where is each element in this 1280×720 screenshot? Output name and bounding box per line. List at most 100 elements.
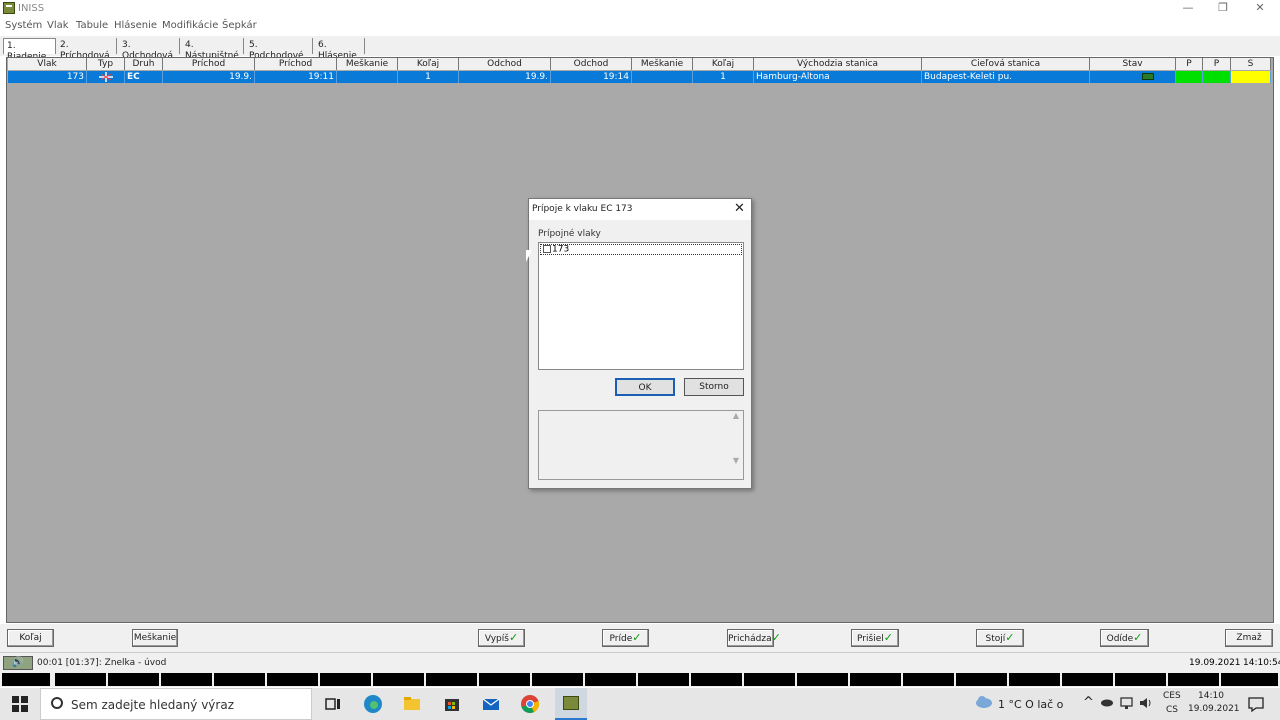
stoji-button[interactable]: Stojí✓ [976, 629, 1024, 647]
language-code[interactable]: CES [1163, 691, 1181, 701]
cell-meskanie-prichod [337, 71, 398, 83]
taskbar-search[interactable]: Sem zadejte hledaný výraz [40, 688, 312, 720]
menu-system[interactable]: Systém [5, 20, 42, 31]
clock-date: 19.09.2021 [1188, 704, 1240, 714]
tab-podchodove[interactable]: 5. Podchodové [246, 38, 313, 61]
connections-list[interactable]: 173 [538, 242, 744, 370]
cell-odchod-date: 19.9. [459, 71, 551, 83]
volume-icon[interactable] [1139, 696, 1153, 713]
minimize-button[interactable]: — [1170, 0, 1206, 18]
tab-prichodova[interactable]: 2. Príchodová [57, 38, 117, 61]
list-item-label: 173 [552, 244, 570, 255]
status-date: 19.09.2021 [1189, 658, 1241, 668]
windows-taskbar: Sem zadejte hledaný výraz 1 °C O lač o ^… [0, 688, 1280, 720]
meskanie-button[interactable]: Meškanie [132, 629, 178, 647]
prichadza-label: Prichádza [728, 634, 772, 644]
cell-s [1231, 71, 1271, 83]
col-meskanie-prichod[interactable]: Meškanie [337, 58, 398, 70]
cell-odchod-time: 19:14 [551, 71, 632, 83]
mail-icon[interactable] [479, 692, 503, 716]
col-odchod-time[interactable]: Odchod [551, 58, 632, 70]
cell-vychodzia: Hamburg-Altona [754, 71, 922, 83]
pride-button[interactable]: Príde✓ [602, 629, 649, 647]
board-segment [267, 673, 318, 686]
col-prichod-time[interactable]: Príchod [255, 58, 337, 70]
cell-p1 [1176, 71, 1203, 83]
col-stav[interactable]: Stav [1090, 58, 1176, 70]
cell-kolaj-odchod: 1 [693, 71, 754, 83]
cell-vlak: 173 [8, 71, 87, 83]
menu-vlak[interactable]: Vlak [47, 20, 69, 31]
checkbox-icon[interactable] [543, 245, 551, 253]
check-icon: ✓ [632, 631, 642, 644]
app-icon [3, 2, 15, 14]
departure-board-strip [0, 672, 1280, 687]
cell-prichod-date: 19.9. [163, 71, 255, 83]
col-kolaj-prichod[interactable]: Koľaj [398, 58, 459, 70]
tab-nastupistne[interactable]: 4. Nástupištné [182, 38, 244, 61]
tab-hlasenie[interactable]: 6. Hlásenie [315, 38, 365, 61]
task-view-icon[interactable] [321, 692, 345, 716]
info-memo[interactable]: ▲ ▼ [538, 410, 744, 480]
col-cielova[interactable]: Cieľová stanica [922, 58, 1090, 70]
board-segment [638, 673, 689, 686]
pride-label: Príde [609, 634, 633, 644]
menu-modifikacie[interactable]: Modifikácie [162, 20, 218, 31]
col-prichod-date[interactable]: Príchod [163, 58, 255, 70]
col-p2[interactable]: P [1203, 58, 1231, 70]
kolaj-button[interactable]: Koľaj [7, 629, 54, 647]
memo-scrollbar[interactable]: ▲ ▼ [729, 411, 743, 479]
start-button[interactable] [0, 688, 40, 720]
col-typ[interactable]: Typ [87, 58, 125, 70]
chevron-up-icon[interactable]: ^ [1083, 695, 1094, 710]
grid-header: Vlak Typ Druh Príchod Príchod Meškanie K… [8, 58, 1271, 70]
board-segment [161, 673, 212, 686]
check-icon: ✓ [1133, 631, 1143, 644]
menu-sepkar[interactable]: Šepkár [222, 20, 257, 31]
speaker-icon[interactable]: 🔊 [3, 656, 33, 670]
check-icon: ✓ [771, 631, 781, 644]
tab-odchodova[interactable]: 3. Odchodová [119, 38, 180, 61]
table-row[interactable]: 173 EC 19.9. 19:11 1 19.9. 19:14 1 Hambu… [8, 71, 1271, 83]
list-item[interactable]: 173 [540, 244, 742, 255]
connections-label: Prípojné vlaky [538, 229, 601, 239]
col-meskanie-odchod[interactable]: Meškanie [632, 58, 693, 70]
onedrive-icon[interactable] [1100, 697, 1114, 710]
col-vychodzia[interactable]: Východzia stanica [754, 58, 922, 70]
board-segment [585, 673, 636, 686]
col-vlak[interactable]: Vlak [8, 58, 87, 70]
zmaz-button[interactable]: Zmaž [1225, 629, 1273, 647]
iniss-taskbar-icon[interactable] [555, 688, 587, 720]
restore-button[interactable]: ❐ [1205, 0, 1241, 18]
tab-riadenie[interactable]: 1. Riadenie [3, 38, 56, 62]
iniss-app-icon [563, 696, 579, 710]
ok-button[interactable]: OK [615, 378, 675, 396]
board-segment [1115, 673, 1166, 686]
menu-tabule[interactable]: Tabule [76, 20, 108, 31]
file-explorer-icon[interactable] [400, 692, 424, 716]
cancel-button[interactable]: Storno [684, 378, 744, 396]
keyboard-layout[interactable]: CS [1166, 705, 1178, 715]
menu-hlasenie[interactable]: Hlásenie [114, 20, 157, 31]
prisiel-button[interactable]: Prišiel✓ [851, 629, 899, 647]
prichadza-button[interactable]: Prichádza✓ [727, 629, 781, 647]
col-kolaj-odchod[interactable]: Koľaj [693, 58, 754, 70]
col-odchod-date[interactable]: Odchod [459, 58, 551, 70]
dialog-close-icon[interactable]: ✕ [734, 201, 745, 216]
chrome-icon[interactable] [518, 692, 542, 716]
col-p1[interactable]: P [1176, 58, 1203, 70]
close-button[interactable]: ✕ [1242, 0, 1278, 18]
col-druh[interactable]: Druh [125, 58, 163, 70]
network-icon[interactable] [1120, 696, 1134, 713]
weather-icon[interactable] [975, 694, 993, 711]
window-title: INISS [18, 3, 45, 14]
taskbar-clock[interactable]: 14:10 19.09.2021 [1188, 690, 1240, 716]
odide-label: Odíde [1106, 634, 1134, 644]
store-icon[interactable] [440, 692, 464, 716]
check-icon: ✓ [508, 631, 519, 644]
odide-button[interactable]: Odíde✓ [1100, 629, 1149, 647]
notifications-icon[interactable] [1244, 692, 1268, 716]
vypis-button[interactable]: Vypíš✓ [478, 629, 525, 647]
col-s[interactable]: S [1231, 58, 1271, 70]
edge-icon[interactable] [361, 692, 385, 716]
